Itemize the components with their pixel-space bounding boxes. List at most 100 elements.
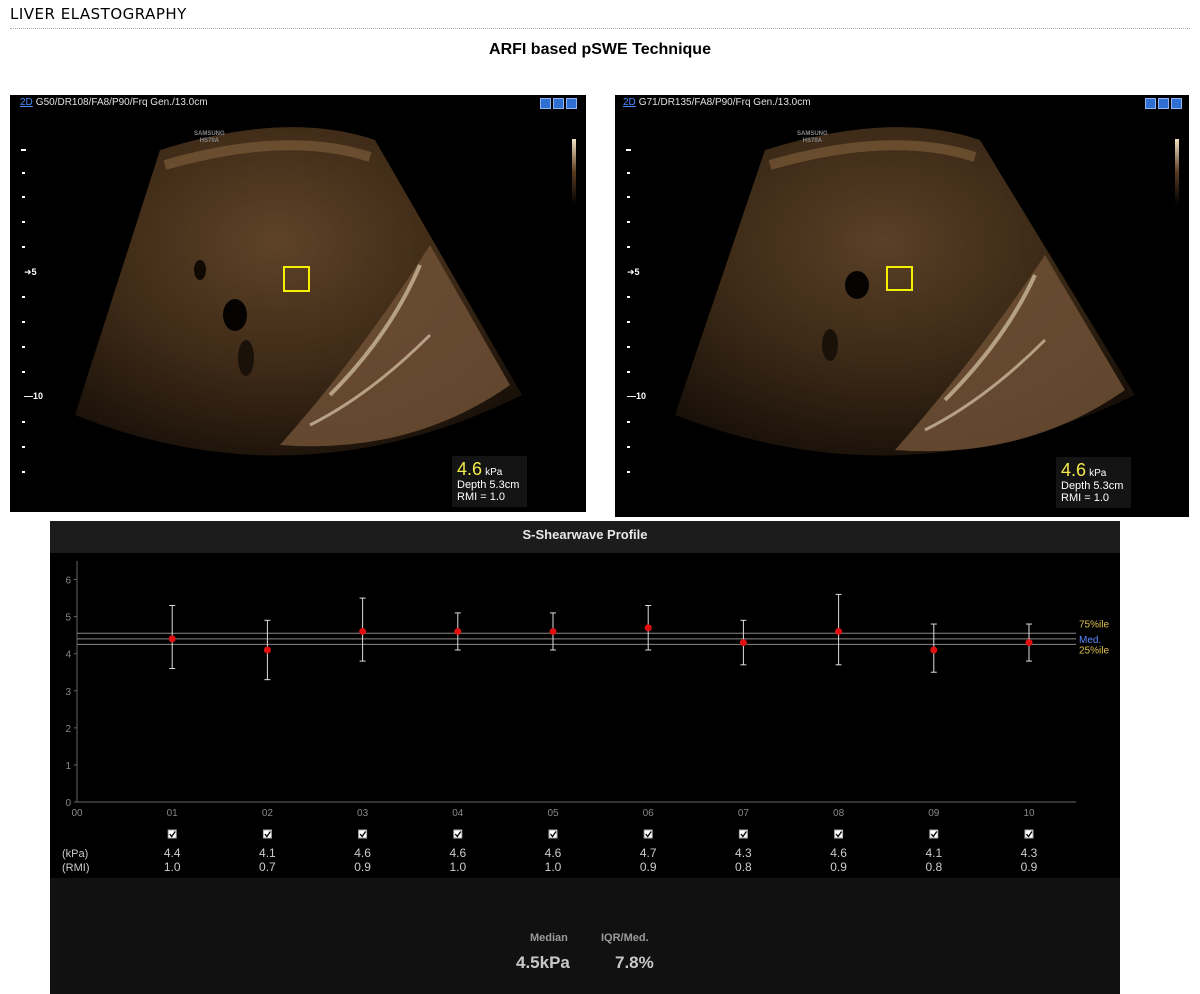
y-tick-label: 6 — [65, 576, 71, 587]
measurement-readout-1: 4.6 kPa Depth 5.3cm RMI = 1.0 — [452, 456, 528, 507]
depth-mark-5: ➜5 — [24, 267, 37, 277]
data-point — [930, 646, 938, 654]
measurement-readout-2: 4.6 kPa Depth 5.3cm RMI = 1.0 — [1056, 457, 1132, 508]
depth-mark-10: —10 — [627, 391, 647, 401]
rmi-value: 1.0 — [449, 860, 466, 874]
y-tick-label: 1 — [65, 761, 71, 772]
scan-params: G50/DR108/FA8/P90/Frq Gen./13.0cm — [35, 97, 208, 108]
scanner-brand: SAMSUNG HS70A — [797, 131, 828, 145]
mode-label[interactable]: 2D — [20, 97, 33, 108]
kpa-value: 4.6 — [545, 846, 562, 860]
ultrasound-image-1: 2D G50/DR108/FA8/P90/Frq Gen./13.0cm SAMS… — [10, 95, 586, 512]
ultrasound-scan-1 — [21, 127, 522, 473]
x-tick-label: 04 — [452, 808, 464, 819]
y-tick-label: 2 — [65, 724, 71, 735]
patient-icon[interactable] — [1145, 98, 1156, 109]
data-point — [835, 627, 843, 635]
stiffness-unit: kPa — [485, 467, 503, 478]
depth-value: 10 — [33, 391, 44, 401]
reference-label: 25%ile — [1079, 645, 1109, 656]
depth-ruler — [21, 149, 26, 473]
depth-readout: Depth 5.3cm — [1061, 480, 1124, 492]
x-tick-label: 07 — [738, 808, 750, 819]
kpa-row-label: (kPa) — [62, 848, 88, 860]
data-point — [263, 646, 271, 654]
rmi-value: 0.8 — [735, 860, 752, 874]
rmi-readout: RMI = 1.0 — [1061, 492, 1109, 504]
gray-scale-bar — [572, 139, 576, 205]
toolbar-icons — [1145, 98, 1182, 109]
y-tick-label: 3 — [65, 687, 71, 698]
data-point — [168, 635, 176, 643]
scan-params: G71/DR135/FA8/P90/Frq Gen./13.0cm — [638, 97, 811, 108]
depth-mark-5: ➜5 — [627, 267, 640, 277]
patient-icon[interactable] — [540, 98, 551, 109]
stiffness-value: 4.6 — [457, 459, 483, 479]
kpa-value: 4.6 — [830, 846, 847, 860]
x-tick-label: 03 — [357, 808, 369, 819]
kpa-value: 4.6 — [449, 846, 466, 860]
data-point — [359, 627, 367, 635]
rmi-value: 1.0 — [545, 860, 562, 874]
profile-plot-area: 0 1 2 3 4 5 6 00 01 02 03 04 05 06 07 08 09 10 75%ile Med. 2… — [50, 553, 1120, 878]
data-point — [1025, 639, 1033, 647]
y-tick-label: 4 — [65, 650, 71, 661]
median-label: Median — [530, 932, 568, 944]
data-point — [549, 627, 557, 635]
x-tick-label: 08 — [833, 808, 845, 819]
rmi-value: 0.9 — [354, 860, 371, 874]
scanner-brand: SAMSUNG HS70A — [194, 131, 225, 145]
shearwave-profile-panel: S-Shearwave Profile 0 1 2 3 4 5 6 00 01 02 03 04 05 0… — [50, 521, 1120, 994]
median-value: 4.5kPa — [516, 953, 570, 972]
shearwave-chart: 012345600 01 02 03 04 05 06 07 08 09 1075%ileMed.2… — [62, 561, 1109, 874]
model-name: HS70A — [802, 138, 822, 144]
x-tick-label: 06 — [643, 808, 655, 819]
kpa-value: 4.3 — [735, 846, 752, 860]
mode-label[interactable]: 2D — [623, 97, 636, 108]
depth-ruler — [626, 149, 631, 473]
x-tick-label: 01 — [167, 808, 179, 819]
page-subtitle: ARFI based pSWE Technique — [489, 41, 711, 58]
image-params-1: 2D G50/DR108/FA8/P90/Frq Gen./13.0cm — [20, 97, 208, 108]
stiffness-unit: kPa — [1089, 468, 1107, 479]
brand-name: SAMSUNG — [797, 131, 828, 137]
profile-title: S-Shearwave Profile — [50, 521, 1120, 553]
probe-icon[interactable] — [553, 98, 564, 109]
x-tick-label: 09 — [928, 808, 940, 819]
data-point — [739, 639, 747, 647]
iqr-label: IQR/Med. — [601, 932, 649, 944]
y-tick-label: 5 — [65, 613, 71, 624]
kpa-value: 4.1 — [925, 846, 942, 860]
ultrasound-image-2: 2D G71/DR135/FA8/P90/Frq Gen./13.0cm SAMS… — [615, 95, 1189, 517]
rmi-row-label: (RMI) — [62, 862, 90, 874]
reference-label: Med. — [1079, 635, 1101, 646]
probe-icon[interactable] — [1158, 98, 1169, 109]
rmi-value: 0.9 — [830, 860, 847, 874]
page-header: LIVER ELASTOGRAPHY — [10, 5, 187, 23]
rmi-value: 0.9 — [1021, 860, 1038, 874]
marker-icon[interactable] — [1171, 98, 1182, 109]
rmi-readout: RMI = 1.0 — [457, 491, 505, 503]
brand-name: SAMSUNG — [194, 131, 225, 137]
header-divider — [10, 28, 1190, 29]
image-params-2: 2D G71/DR135/FA8/P90/Frq Gen./13.0cm — [623, 97, 811, 108]
gray-scale-bar — [1175, 139, 1179, 205]
kpa-value: 4.6 — [354, 846, 371, 860]
toolbar-icons — [540, 98, 577, 109]
rmi-value: 0.7 — [259, 860, 276, 874]
rmi-value: 0.9 — [640, 860, 657, 874]
x-tick-label: 00 — [71, 808, 83, 819]
iqr-value: 7.8% — [615, 953, 654, 972]
depth-readout: Depth 5.3cm — [457, 479, 520, 491]
kpa-value: 4.7 — [640, 846, 657, 860]
ultrasound-scan-2 — [626, 127, 1135, 473]
depth-mark-10: —10 — [24, 391, 44, 401]
rmi-value: 1.0 — [164, 860, 181, 874]
data-point — [454, 627, 462, 635]
depth-value: 5 — [31, 267, 37, 277]
kpa-value: 4.4 — [164, 846, 181, 860]
marker-icon[interactable] — [566, 98, 577, 109]
depth-value: 10 — [636, 391, 647, 401]
x-tick-label: 05 — [547, 808, 559, 819]
rmi-value: 0.8 — [925, 860, 942, 874]
